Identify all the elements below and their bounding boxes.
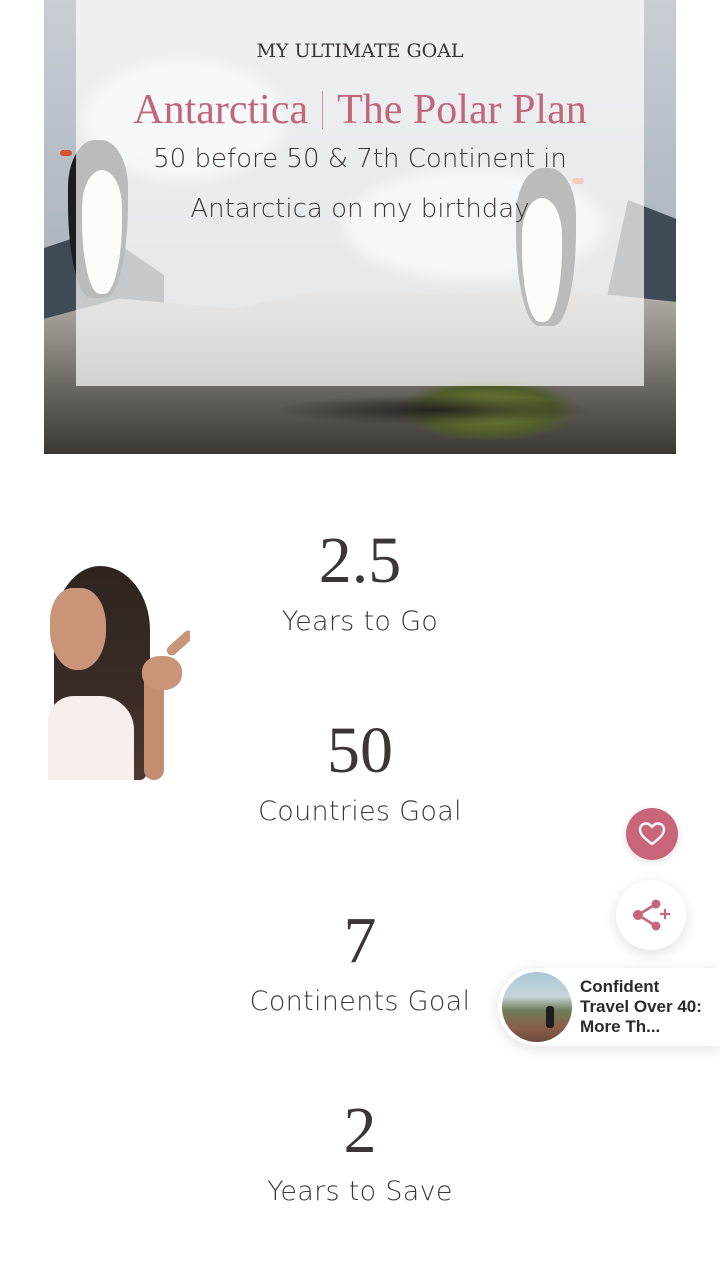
hero-banner: MY ULTIMATE GOAL Antarctica The Polar Pla… <box>44 0 676 454</box>
related-article-title: Confident Travel Over 40: More Th... <box>580 977 702 1036</box>
hero-title: Antarctica The Polar Plan <box>76 86 644 134</box>
related-article-thumbnail <box>502 972 572 1042</box>
hero-text-panel: MY ULTIMATE GOAL Antarctica The Polar Pla… <box>76 0 644 386</box>
stat-value: 7 <box>343 904 377 977</box>
hero-subtitle: 50 before 50 & 7th Continent in Antarcti… <box>153 144 567 224</box>
stat-years-to-save: 2 Years to Save <box>0 1096 720 1210</box>
stat-value: 2.5 <box>318 524 402 597</box>
hero-title-part1: Antarctica <box>133 87 309 133</box>
rock-crack-shape <box>274 395 594 425</box>
stat-value: 2 <box>343 1094 377 1167</box>
heart-icon <box>638 822 666 846</box>
title-separator <box>322 91 324 129</box>
stat-label: Years to Save <box>267 1176 453 1207</box>
page: MY ULTIMATE GOAL Antarctica The Polar Pla… <box>0 0 720 1280</box>
hero-title-part2: The Polar Plan <box>337 87 587 133</box>
stat-value: 50 <box>327 714 393 787</box>
share-button[interactable] <box>616 880 686 950</box>
related-article-card[interactable]: Confident Travel Over 40: More Th... <box>498 968 720 1046</box>
share-icon <box>633 899 670 931</box>
stat-label: Years to Go <box>281 606 439 637</box>
like-button[interactable] <box>626 808 678 860</box>
hero-eyebrow: MY ULTIMATE GOAL <box>256 40 464 62</box>
stat-years-to-go: 2.5 Years to Go <box>0 526 720 640</box>
stat-countries-goal: 50 Countries Goal <box>0 716 720 830</box>
stat-label: Countries Goal <box>258 796 462 827</box>
